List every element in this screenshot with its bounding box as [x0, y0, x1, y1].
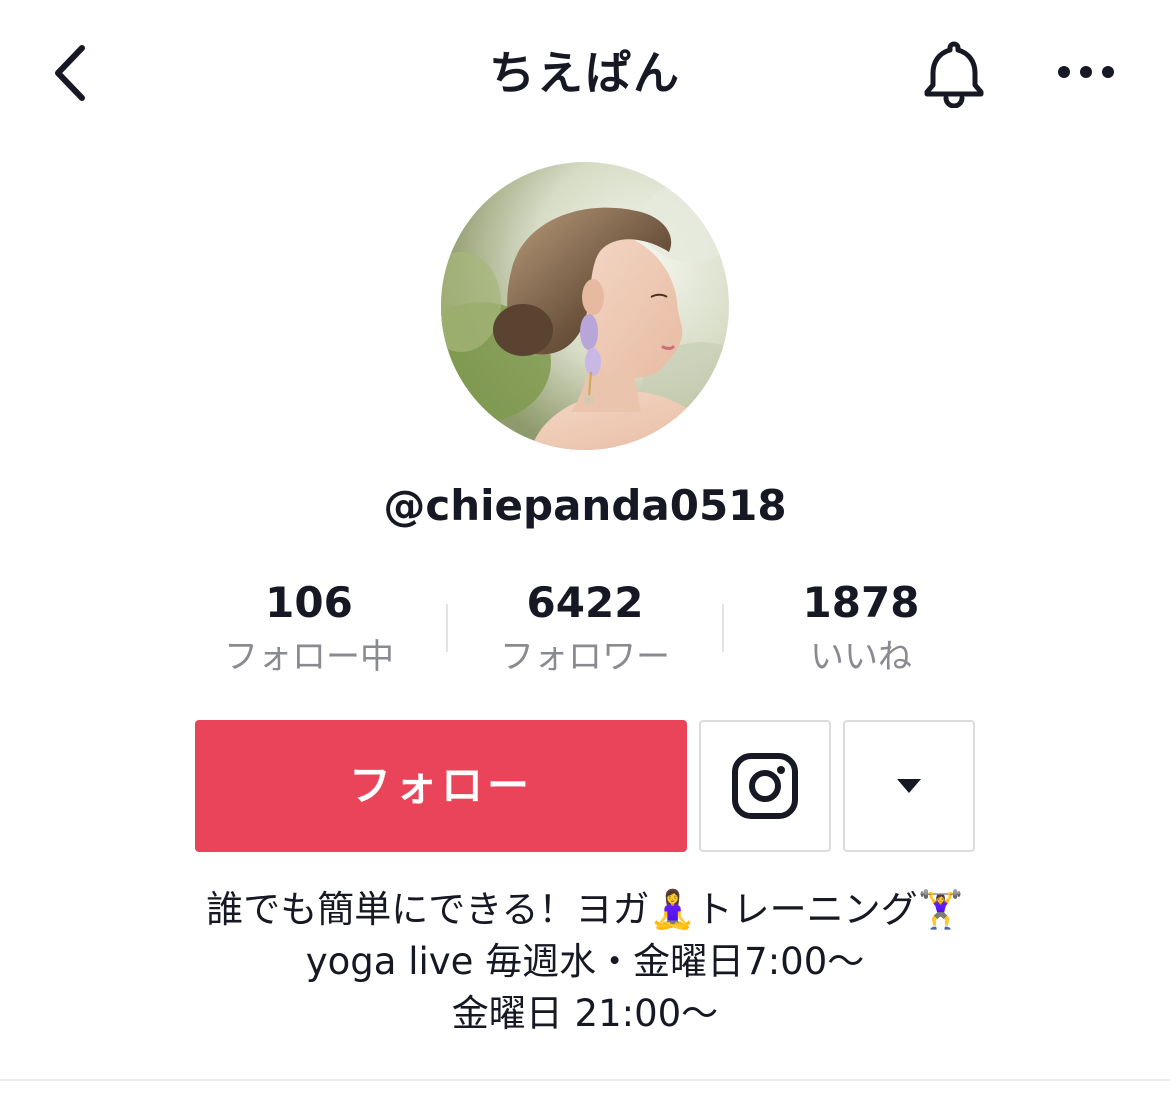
stat-divider: [446, 604, 448, 652]
username: @chiepanda0518: [383, 481, 787, 530]
instagram-button[interactable]: [699, 720, 831, 852]
instagram-icon: [732, 753, 798, 819]
avatar[interactable]: [441, 162, 729, 450]
back-button[interactable]: [40, 38, 100, 108]
top-bar: ちえぱん: [0, 0, 1170, 140]
more-options-button[interactable]: [1050, 44, 1122, 100]
stat-followers[interactable]: 6422 フォロワー: [465, 574, 705, 682]
more-horizontal-icon: [1058, 66, 1114, 78]
more-suggestions-dropdown[interactable]: [843, 720, 975, 852]
likes-label: いいね: [810, 637, 912, 677]
followers-count: 6422: [526, 578, 644, 627]
caret-down-icon: [897, 779, 921, 793]
profile-bio: 誰でも簡単にできる！ヨガ🧘‍♀️トレーニング🏋️‍♀️ yoga live 毎週…: [60, 884, 1110, 1040]
stat-divider: [722, 604, 724, 652]
following-label: フォロー中: [224, 637, 394, 677]
follow-button[interactable]: フォロー: [195, 720, 687, 852]
bio-line-3: 金曜日 21:00〜: [451, 992, 719, 1035]
likes-count: 1878: [802, 578, 920, 627]
chevron-left-icon: [55, 45, 85, 101]
stat-likes[interactable]: 1878 いいね: [741, 574, 981, 682]
followers-label: フォロワー: [500, 637, 670, 677]
section-divider: [0, 1079, 1170, 1081]
bio-line-2: yoga live 毎週水・金曜日7:00〜: [305, 940, 865, 983]
following-count: 106: [265, 578, 353, 627]
bio-line-1: 誰でも簡単にできる！ヨガ🧘‍♀️トレーニング🏋️‍♀️: [206, 888, 964, 931]
profile-photo: [441, 162, 729, 450]
bell-icon: [924, 41, 984, 109]
notification-bell-button[interactable]: [918, 36, 990, 109]
page-title: ちえぱん: [489, 46, 681, 100]
stat-following[interactable]: 106 フォロー中: [189, 574, 429, 682]
